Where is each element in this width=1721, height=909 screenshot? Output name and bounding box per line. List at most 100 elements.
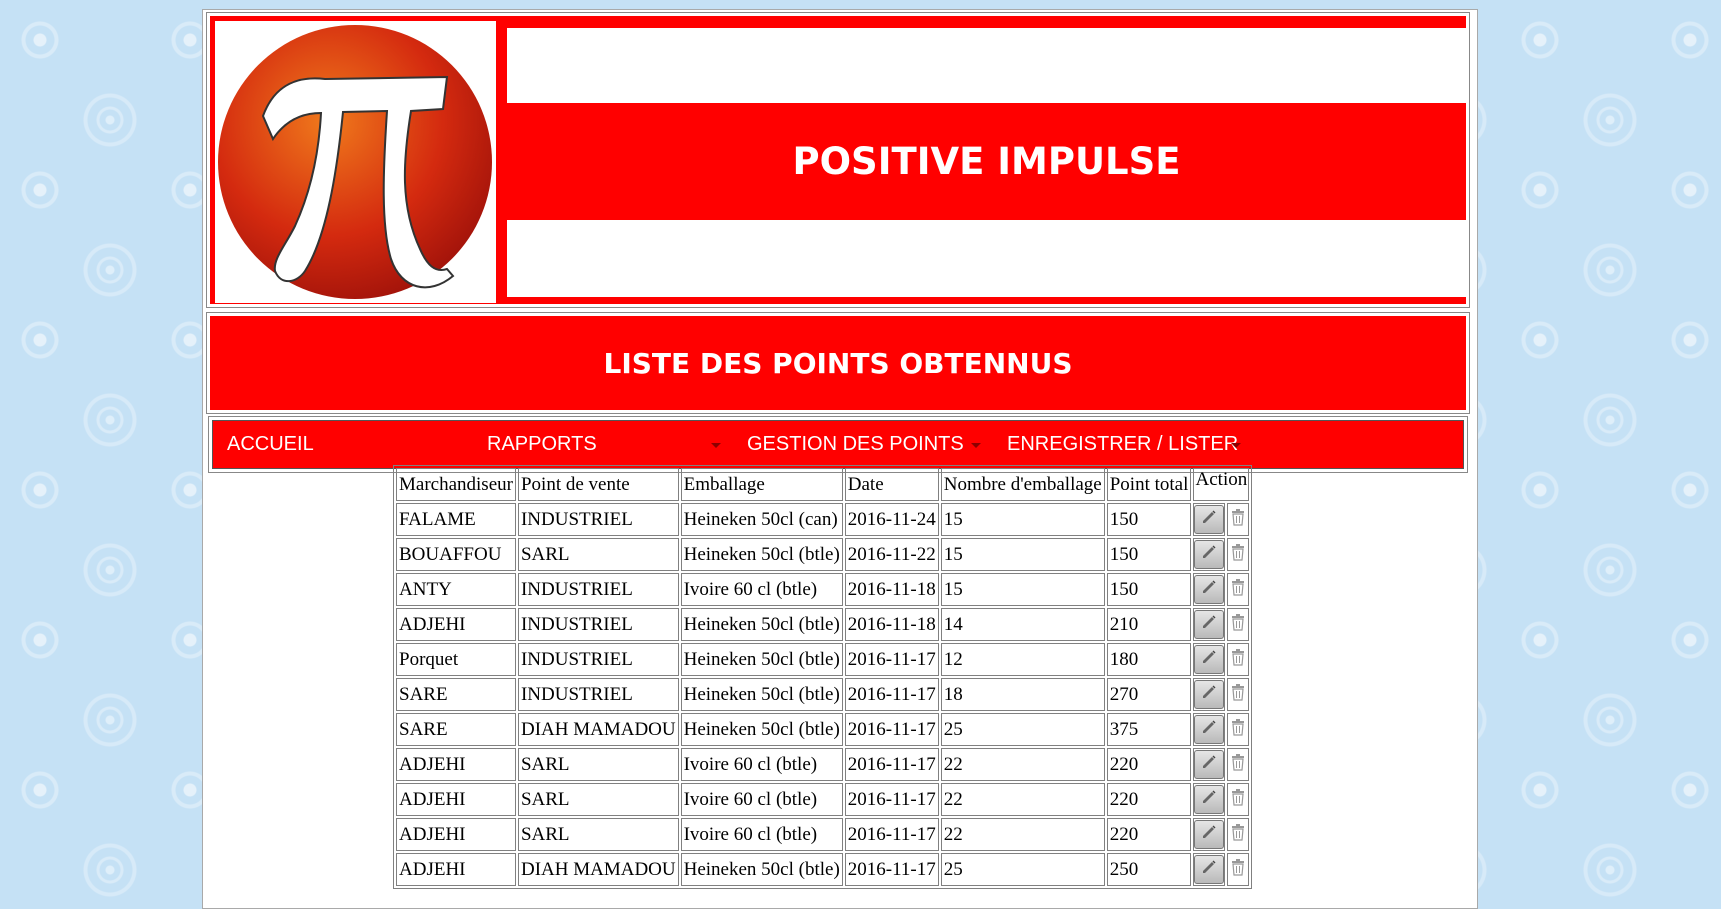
pencil-icon [1200,788,1218,812]
chevron-down-icon[interactable] [1231,443,1241,448]
cell-point-total: 250 [1106,853,1192,886]
edit-cell [1193,678,1226,711]
cell-date: 2016-11-24 [844,503,939,536]
cell-nombre-emballage: 12 [940,643,1105,676]
edit-button[interactable] [1194,785,1225,814]
cell-point-de-vente: DIAH MAMADOU [517,713,679,746]
delete-button[interactable] [1228,785,1248,814]
nav-item-enregistrer-lister[interactable]: ENREGISTRER / LISTER [1007,421,1238,468]
edit-button[interactable] [1194,820,1225,849]
cell-emballage: Heineken 50cl (btle) [680,853,843,886]
cell-marchandiseur: ADJEHI [396,608,516,641]
cell-point-total: 220 [1106,748,1192,781]
cell-marchandiseur: SARE [396,713,516,746]
cell-nombre-emballage: 15 [940,573,1105,606]
cell-date: 2016-11-17 [844,783,939,816]
table-row: ADJEHI SARL Ivoire 60 cl (btle) 2016-11-17 2… [396,818,1250,851]
edit-button[interactable] [1194,540,1225,569]
delete-cell [1227,643,1250,676]
trash-icon [1230,648,1246,672]
edit-button[interactable] [1194,680,1225,709]
delete-button[interactable] [1228,575,1248,604]
cell-date: 2016-11-18 [844,608,939,641]
table-row: FALAME INDUSTRIEL Heineken 50cl (can) 2016-… [396,503,1250,536]
edit-button[interactable] [1194,855,1225,884]
cell-point-total: 150 [1106,503,1192,536]
col-header-point-total: Point total [1106,468,1192,501]
cell-point-de-vente: SARL [517,748,679,781]
cell-date: 2016-11-18 [844,573,939,606]
edit-cell [1193,538,1226,571]
cell-marchandiseur: ADJEHI [396,818,516,851]
table-row: ADJEHI DIAH MAMADOU Heineken 50cl (btle) 20… [396,853,1250,886]
delete-cell [1227,573,1250,606]
edit-button[interactable] [1194,645,1225,674]
cell-date: 2016-11-22 [844,538,939,571]
delete-button[interactable] [1228,715,1248,744]
edit-cell [1193,573,1226,606]
nav-item-rapports[interactable]: RAPPORTS [487,421,597,468]
trash-icon [1230,543,1246,567]
cell-point-total: 220 [1106,783,1192,816]
cell-point-total: 220 [1106,818,1192,851]
delete-button[interactable] [1228,505,1248,534]
delete-button[interactable] [1228,645,1248,674]
title-box: POSITIVE IMPULSE [507,28,1466,297]
edit-cell [1193,853,1226,886]
chevron-down-icon[interactable] [711,443,721,448]
pencil-icon [1200,753,1218,777]
edit-cell [1193,643,1226,676]
cell-point-total: 180 [1106,643,1192,676]
pencil-icon [1200,823,1218,847]
cell-marchandiseur: ADJEHI [396,853,516,886]
table-row: SARE INDUSTRIEL Heineken 50cl (btle) 2016-1… [396,678,1250,711]
table-header-row: Marchandiseur Point de vente Emballage D… [396,468,1250,501]
cell-point-total: 210 [1106,608,1192,641]
trash-icon [1230,753,1246,777]
nav-item-accueil[interactable]: ACCUEIL [227,421,314,468]
trash-icon [1230,718,1246,742]
chevron-down-icon[interactable] [971,443,981,448]
edit-button[interactable] [1194,715,1225,744]
edit-button[interactable] [1194,750,1225,779]
col-header-action: Action [1193,468,1250,501]
cell-point-total: 150 [1106,538,1192,571]
cell-point-de-vente: SARL [517,818,679,851]
cell-point-de-vente: INDUSTRIEL [517,643,679,676]
page-container: POSITIVE IMPULSE LISTE DES POINTS OBTENN… [202,9,1478,909]
pencil-icon [1200,648,1218,672]
edit-button[interactable] [1194,505,1225,534]
cell-point-de-vente: INDUSTRIEL [517,573,679,606]
page-title: LISTE DES POINTS OBTENNUS [603,346,1073,380]
col-header-emballage: Emballage [680,468,843,501]
cell-date: 2016-11-17 [844,853,939,886]
delete-cell [1227,678,1250,711]
col-header-marchandiseur: Marchandiseur [396,468,516,501]
trash-icon [1230,578,1246,602]
edit-button[interactable] [1194,575,1225,604]
delete-cell [1227,818,1250,851]
trash-icon [1230,683,1246,707]
delete-button[interactable] [1228,750,1248,779]
cell-emballage: Ivoire 60 cl (btle) [680,748,843,781]
trash-icon [1230,508,1246,532]
delete-button[interactable] [1228,540,1248,569]
col-header-nombre-emballage: Nombre d'emballage [940,468,1105,501]
cell-nombre-emballage: 15 [940,538,1105,571]
cell-marchandiseur: SARE [396,678,516,711]
delete-button[interactable] [1228,820,1248,849]
edit-button[interactable] [1194,610,1225,639]
trash-icon [1230,613,1246,637]
edit-cell [1193,783,1226,816]
cell-emballage: Heineken 50cl (btle) [680,678,843,711]
page-title-banner: LISTE DES POINTS OBTENNUS [210,316,1466,410]
cell-date: 2016-11-17 [844,818,939,851]
delete-button[interactable] [1228,680,1248,709]
delete-button[interactable] [1228,855,1248,884]
pencil-icon [1200,858,1218,882]
cell-point-de-vente: INDUSTRIEL [517,503,679,536]
nav-item-gestion-des-points[interactable]: GESTION DES POINTS [747,421,964,468]
delete-cell [1227,503,1250,536]
delete-button[interactable] [1228,610,1248,639]
delete-cell [1227,853,1250,886]
